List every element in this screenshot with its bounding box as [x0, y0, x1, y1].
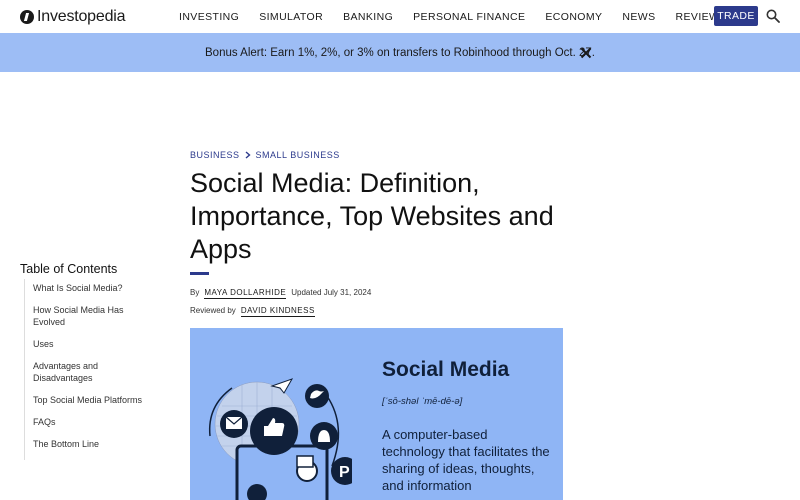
banner-text[interactable]: Bonus Alert: Earn 1%, 2%, or 3% on trans… — [205, 47, 595, 59]
svg-text:P: P — [339, 464, 350, 481]
search-icon[interactable] — [766, 9, 780, 23]
hero-heading: Social Media — [382, 358, 510, 381]
promo-banner: Bonus Alert: Earn 1%, 2%, or 3% on trans… — [0, 33, 800, 72]
toc-item[interactable]: How Social Media Has Evolved — [25, 304, 125, 328]
updated-date: Updated July 31, 2024 — [291, 288, 372, 297]
main-nav: INVESTING SIMULATOR BANKING PERSONAL FIN… — [170, 11, 747, 23]
site-header: Investopedia INVESTING SIMULATOR BANKING… — [0, 0, 800, 33]
toc-item[interactable]: What Is Social Media? — [25, 282, 164, 294]
hero-definition: A computer-based technology that facilit… — [382, 427, 550, 493]
author-link[interactable]: MAYA DOLLARHIDE — [204, 288, 287, 299]
social-media-illustration: P — [208, 378, 352, 500]
breadcrumb: BUSINESS SMALL BUSINESS — [190, 150, 340, 160]
toc-item[interactable]: Top Social Media Platforms — [25, 394, 164, 406]
logo-text: Investopedia — [37, 8, 126, 25]
author-byline: By MAYA DOLLARHIDE Updated July 31, 2024 — [190, 288, 371, 299]
nav-banking[interactable]: BANKING — [343, 11, 393, 23]
breadcrumb-business[interactable]: BUSINESS — [190, 150, 240, 160]
investopedia-logo[interactable]: Investopedia — [20, 8, 126, 26]
toc-item[interactable]: Advantages and Disadvantages — [25, 360, 115, 384]
toc-item[interactable]: FAQs — [25, 416, 164, 428]
hero-pronunciation: [ˈsō-shəl ˈmē-dē-ə] — [382, 396, 463, 407]
hero-image: P Social Media [ˈsō-shəl ˈmē-dē-ə] A com… — [190, 328, 563, 500]
toc-item[interactable]: The Bottom Line — [25, 438, 164, 450]
chevron-right-icon — [245, 151, 251, 159]
title-underline — [190, 272, 209, 275]
nav-investing[interactable]: INVESTING — [179, 11, 239, 23]
reviewed-label: Reviewed by — [190, 306, 236, 315]
by-label: By — [190, 288, 200, 297]
toc-title: Table of Contents — [20, 262, 118, 276]
nav-news[interactable]: NEWS — [622, 11, 655, 23]
trade-button[interactable]: TRADE — [714, 6, 758, 26]
breadcrumb-small-business[interactable]: SMALL BUSINESS — [256, 150, 340, 160]
toc-item[interactable]: Uses — [25, 338, 164, 350]
page-title: Social Media: Definition, Importance, To… — [190, 168, 554, 264]
nav-economy[interactable]: ECONOMY — [545, 11, 602, 23]
reviewer-byline: Reviewed by DAVID KINDNESS — [190, 306, 315, 317]
reviewer-link[interactable]: DAVID KINDNESS — [240, 306, 315, 317]
toc-list: What Is Social Media? How Social Media H… — [24, 279, 164, 460]
nav-personal-finance[interactable]: PERSONAL FINANCE — [413, 11, 525, 23]
logo-icon — [20, 10, 34, 24]
nav-simulator[interactable]: SIMULATOR — [259, 11, 323, 23]
close-icon[interactable] — [580, 47, 592, 59]
